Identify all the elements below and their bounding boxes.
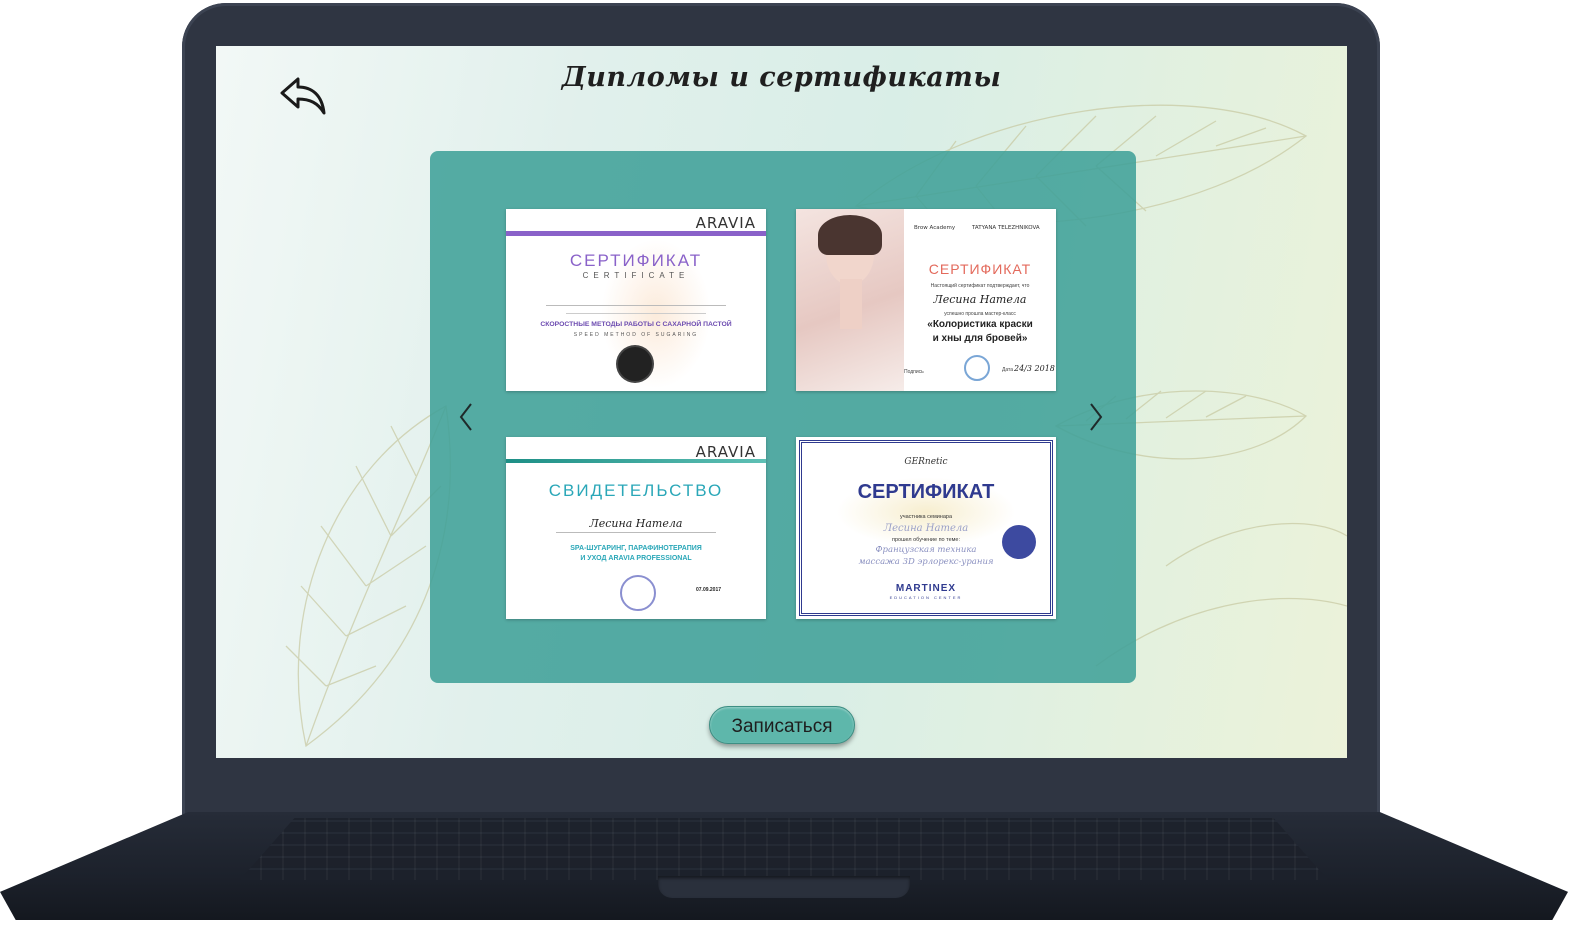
laptop-screen: Дипломы и сертификаты ARAVIA СЕРТИФИКАТ … — [216, 46, 1347, 758]
signature-label: Подпись — [904, 369, 924, 375]
name-line — [556, 532, 716, 533]
cert-date: 24/3 2018 — [1014, 364, 1055, 373]
chevron-left-icon — [459, 403, 472, 431]
certificate-card[interactable]: Brow Academy TATYANA TELEZHNIKOVA СЕРТИФ… — [796, 209, 1056, 391]
cert-heading: СЕРТИФИКАТ — [569, 251, 703, 270]
brand-right: TATYANA TELEZHNIKOVA — [972, 225, 1040, 231]
laptop-keyboard — [240, 818, 1328, 880]
chevron-right-icon — [1090, 403, 1103, 431]
cert-course: СКОРОСТНЫЕ МЕТОДЫ РАБОТЫ С САХАРНОЙ ПАСТ… — [540, 321, 732, 328]
footer-sub: EDUCATION CENTER — [889, 595, 963, 600]
brand-logo: ARAVIA — [695, 214, 756, 232]
date-label: Дата — [1002, 367, 1014, 373]
cert-subheading: CERTIFICATE — [582, 271, 690, 280]
gallery-next-button[interactable] — [1082, 399, 1110, 435]
cert-name: Лесина Натела — [589, 517, 683, 530]
enroll-button[interactable]: Записаться — [709, 706, 855, 744]
certificate-card[interactable]: ARAVIA СЕРТИФИКАТ CERTIFICATE СКОРОСТНЫЕ… — [506, 209, 766, 391]
stamp-icon — [964, 355, 990, 381]
laptop-notch — [658, 876, 910, 898]
certificate-card[interactable]: GERnetic СЕРТИФИКАТ участника семинара Л… — [796, 437, 1056, 619]
certificate-card[interactable]: ARAVIA СВИДЕТЕЛЬСТВО Лесина Натела SPA-Ш… — [506, 437, 766, 619]
cert-course-2: И УХОД ARAVIA PROFESSIONAL — [580, 555, 692, 562]
cert-participant: участника семинара — [899, 514, 953, 520]
cert-course-1: SPA-ШУГАРИНГ, ПАРАФИНОТЕРАПИЯ — [570, 545, 702, 552]
cert-heading: СЕРТИФИКАТ — [857, 481, 995, 503]
cert-passed: успешно прошла мастер-класс — [944, 311, 1016, 317]
footer-brand: MARTINEX — [895, 583, 957, 594]
cert-heading: СЕРТИФИКАТ — [928, 261, 1032, 277]
seal-icon — [618, 347, 652, 381]
gallery-prev-button[interactable] — [452, 399, 480, 435]
certificate-gallery: ARAVIA СЕРТИФИКАТ CERTIFICATE СКОРОСТНЫЕ… — [430, 151, 1136, 683]
name-line — [546, 305, 726, 306]
cert-heading: СВИДЕТЕЛЬСТВО — [548, 481, 724, 500]
brand-logo: ARAVIA — [695, 443, 756, 461]
page-title: Дипломы и сертификаты — [561, 62, 1002, 93]
cert-course-en: SPEED METHOD OF SUGARING — [573, 332, 699, 338]
cert-intro: Настоящий сертификат подтверждает, что — [930, 283, 1030, 289]
portrait-photo — [796, 209, 904, 391]
cert-date: 07.09.2017 — [696, 587, 722, 593]
stamp-icon — [620, 575, 656, 611]
brand-logo: GERnetic — [904, 457, 948, 467]
seal-icon — [1002, 525, 1036, 559]
text-line — [566, 313, 706, 314]
cert-name: Лесина Натела — [933, 293, 1027, 306]
cert-course-1: «Колористика краски — [927, 319, 1033, 330]
cert-course-2: и хны для бровей» — [932, 333, 1028, 344]
brand-left: Brow Academy — [914, 225, 956, 231]
